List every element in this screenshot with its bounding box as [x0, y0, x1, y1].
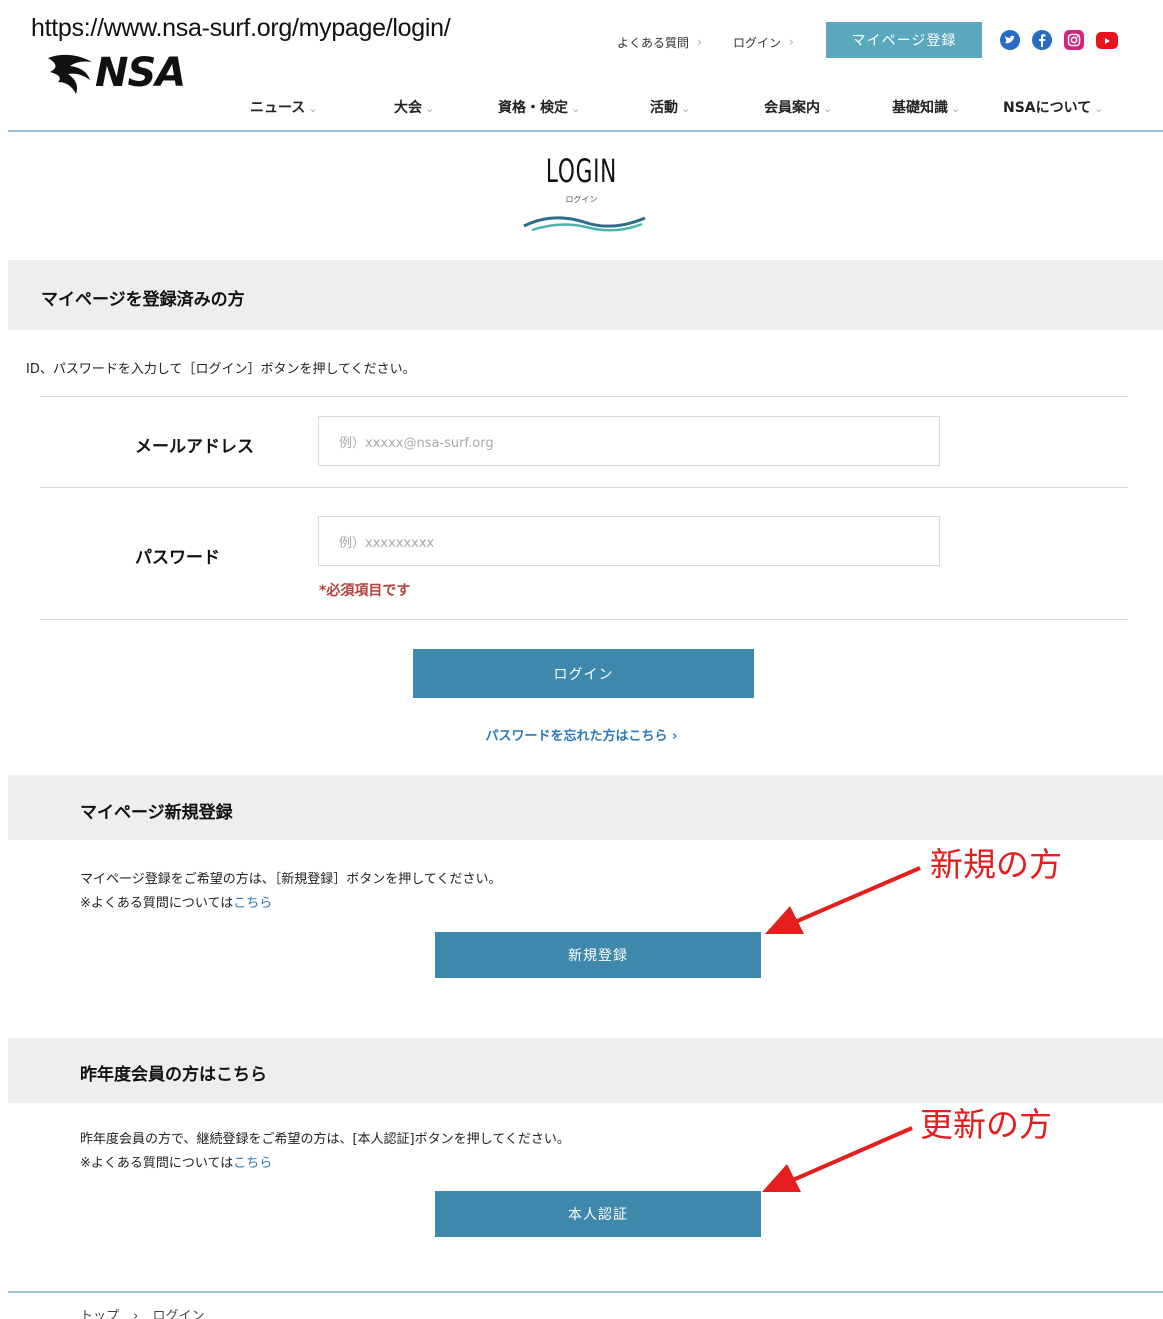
instagram-icon[interactable] [1064, 30, 1084, 50]
new-register-button[interactable]: 新規登録 [435, 932, 761, 978]
divider [40, 487, 1128, 488]
breadcrumb-separator: › [133, 1309, 139, 1319]
breadcrumb-home[interactable]: トップ [80, 1309, 119, 1319]
login-section-heading: マイページを登録済みの方 [41, 290, 245, 310]
login-section-header: マイページを登録済みの方 [8, 260, 1163, 330]
identity-verification-button[interactable]: 本人認証 [435, 1191, 761, 1237]
required-note: *必須項目です [319, 583, 411, 599]
new-registration-header: マイページ新規登録 [8, 775, 1163, 840]
facebook-icon[interactable] [1032, 30, 1052, 50]
password-field[interactable]: 例）xxxxxxxxx [318, 516, 940, 566]
nav-item-basics[interactable]: 基礎知識 ⌄ [892, 97, 960, 117]
breadcrumb: トップ › ログイン [80, 1305, 205, 1319]
new-registration-heading: マイページ新規登録 [80, 803, 233, 823]
annotation-new-user: 新規の方 [930, 845, 1062, 884]
nav-item-membership[interactable]: 会員案内 ⌄ [764, 97, 832, 117]
nsa-logo[interactable]: NSA [40, 50, 186, 102]
email-label: メールアドレス [135, 437, 254, 457]
login-link-label: ログイン [733, 35, 782, 50]
wave-decoration-icon [523, 216, 646, 232]
arrow-new-icon [765, 866, 921, 934]
nav-item-qualification[interactable]: 資格・検定 ⌄ [498, 97, 580, 117]
new-registration-instruction: マイページ登録をご希望の方は、［新規登録］ボタンを押してください。 [80, 872, 502, 887]
login-instruction: ID、パスワードを入力して［ログイン］ボタンを押してください。 [26, 362, 416, 377]
new-registration-faq-note: ※よくある質問についてはこちら [80, 896, 273, 911]
breadcrumb-current: ログイン [152, 1309, 205, 1319]
nav-item-news[interactable]: ニュース ⌄ [250, 97, 318, 117]
page-subtitle: ログイン [565, 195, 598, 204]
youtube-icon[interactable] [1096, 32, 1118, 49]
page-url: https://www.nsa-surf.org/mypage/login/ [31, 14, 451, 42]
arrow-renewal-icon [762, 1126, 913, 1192]
footer-divider [8, 1291, 1163, 1293]
wave-logo-icon [48, 54, 92, 94]
nav-divider [8, 130, 1163, 132]
faq-link[interactable]: こちら [233, 1156, 272, 1171]
topnav-login-link[interactable]: ログイン › [733, 25, 812, 59]
renewal-heading: 昨年度会員の方はこちら [80, 1065, 267, 1085]
chevron-right-icon: › [789, 35, 794, 49]
mypage-register-button[interactable]: マイページ登録 [826, 22, 982, 58]
nav-item-about[interactable]: NSAについて ⌄ [1003, 97, 1103, 117]
login-button[interactable]: ログイン [413, 649, 754, 698]
forgot-password-link[interactable]: パスワードを忘れた方はこちら › [0, 725, 1163, 744]
chevron-right-icon: › [697, 35, 702, 49]
faq-link[interactable]: こちら [233, 896, 272, 911]
nav-item-activities[interactable]: 活動 ⌄ [650, 97, 690, 117]
email-field[interactable]: 例）xxxxx@nsa-surf.org [318, 416, 940, 466]
renewal-header: 昨年度会員の方はこちら [8, 1038, 1163, 1103]
nav-item-competition[interactable]: 大会 ⌄ [394, 97, 434, 117]
divider [40, 396, 1128, 397]
faq-link-label: よくある質問 [617, 35, 690, 50]
renewal-instruction: 昨年度会員の方で、継続登録をご希望の方は、[本人認証]ボタンを押してください。 [80, 1132, 570, 1147]
main-navigation: ニュース ⌄ 大会 ⌄ 資格・検定 ⌄ 活動 ⌄ 会員案内 ⌄ 基礎知識 ⌄ NSAについて… [0, 97, 1163, 123]
topnav-faq-link[interactable]: よくある質問 › [617, 25, 720, 59]
twitter-icon[interactable] [1000, 30, 1020, 50]
password-label: パスワード [135, 548, 220, 568]
divider [40, 619, 1128, 620]
page-title: LOGIN [545, 152, 618, 190]
annotation-renewal: 更新の方 [920, 1105, 1052, 1144]
renewal-faq-note: ※よくある質問についてはこちら [80, 1156, 273, 1171]
logo-text: NSA [95, 50, 186, 96]
